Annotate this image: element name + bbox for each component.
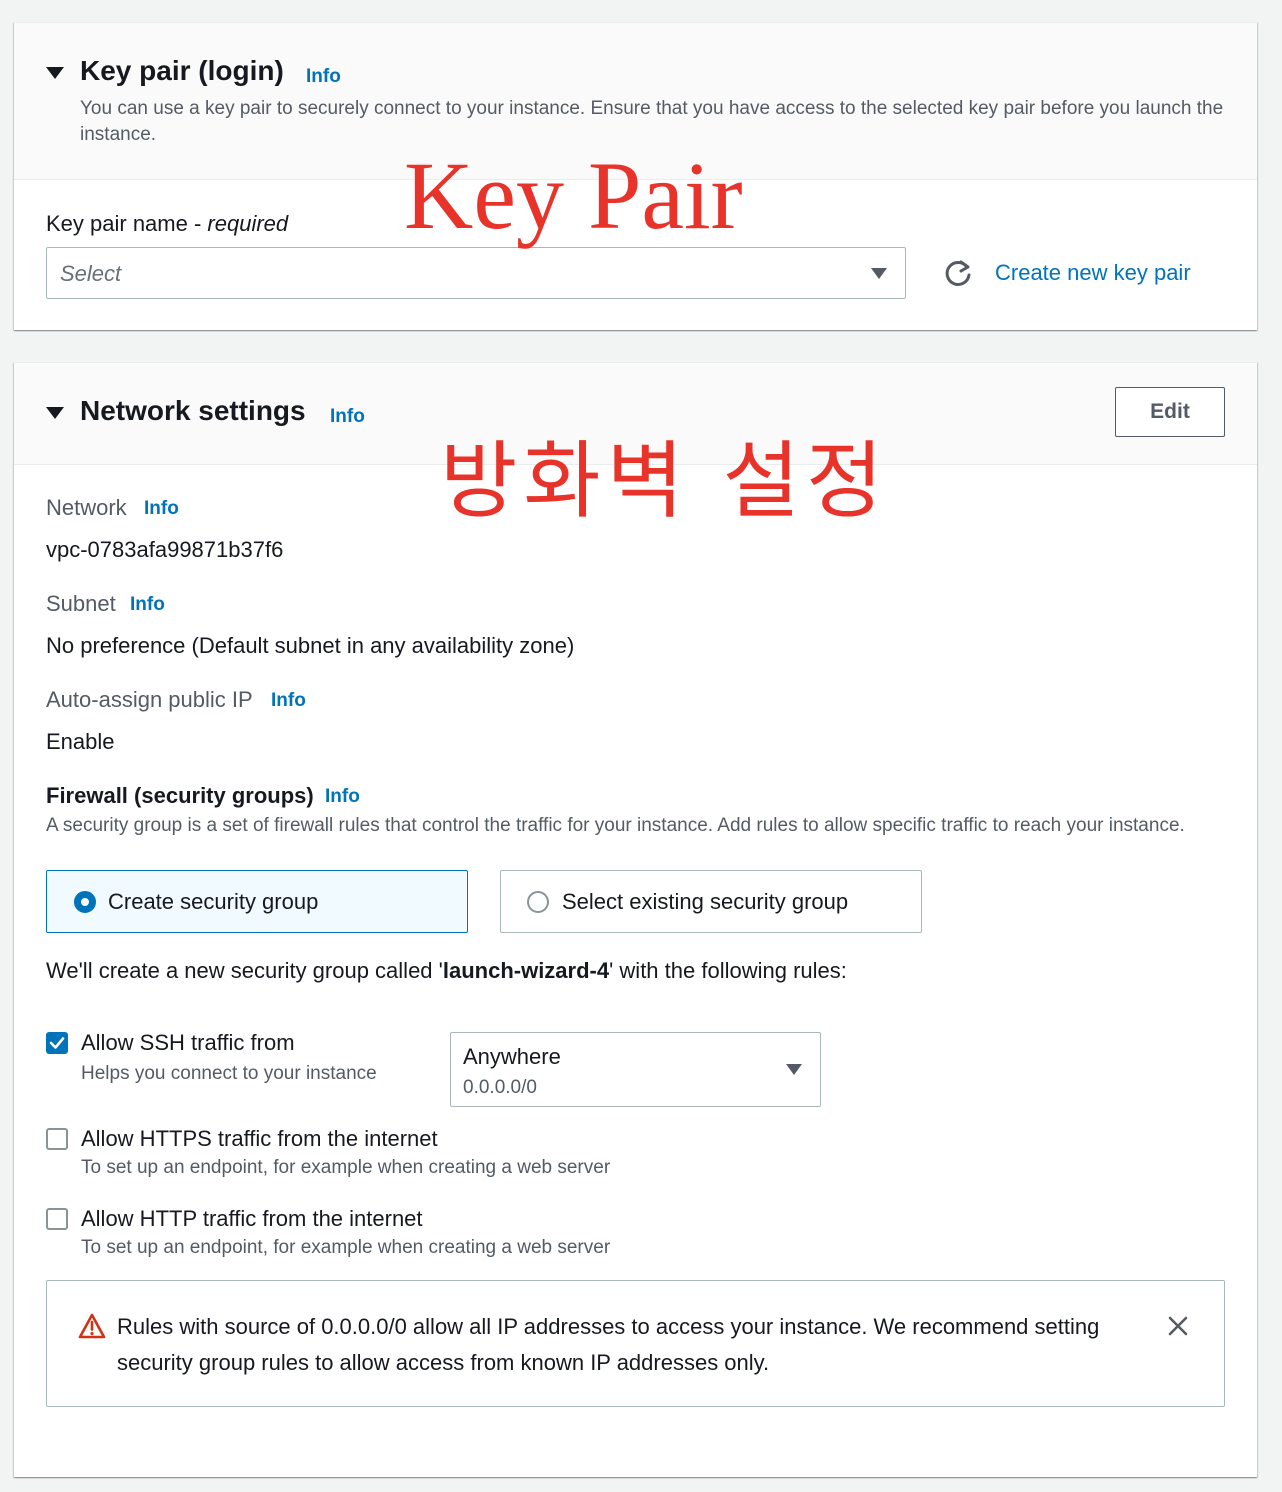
create-security-group-label: Create security group <box>108 889 319 914</box>
new-sg-prefix: We'll create a new security group called… <box>46 958 443 983</box>
public-ip-value: Enable <box>46 729 115 754</box>
key-pair-title: Key pair (login) <box>80 55 284 86</box>
firewall-label: Firewall (security groups) <box>46 783 314 808</box>
subnet-value: No preference (Default subnet in any ava… <box>46 633 575 658</box>
select-existing-security-group-label: Select existing security group <box>562 889 849 914</box>
ssh-source-select[interactable]: Anywhere 0.0.0.0/0 <box>450 1032 821 1107</box>
select-existing-security-group-option[interactable]: Select existing security group <box>500 870 922 933</box>
public-ip-label: Auto-assign public IP <box>46 687 253 712</box>
https-checkbox[interactable] <box>46 1128 68 1150</box>
refresh-icon[interactable] <box>943 258 973 288</box>
create-key-pair-link[interactable]: Create new key pair <box>995 260 1191 286</box>
key-pair-select-placeholder: Select <box>60 261 122 286</box>
https-rule-label: Allow HTTPS traffic from the internet <box>81 1126 438 1151</box>
check-icon <box>49 1037 65 1049</box>
new-sg-name: launch-wizard-4 <box>442 958 610 983</box>
create-security-group-option[interactable]: Create security group <box>46 870 468 933</box>
collapse-caret-icon[interactable] <box>46 407 64 419</box>
key-pair-field-label: Key pair name - required <box>46 211 288 237</box>
firewall-annotation: 방화벽 설정 <box>440 432 890 530</box>
ssh-checkbox[interactable] <box>46 1032 68 1054</box>
collapse-caret-icon[interactable] <box>46 67 64 79</box>
ssh-source-cidr: 0.0.0.0/0 <box>463 1077 537 1098</box>
http-rule-description: To set up an endpoint, for example when … <box>81 1237 611 1258</box>
network-settings-title: Network settings <box>80 395 306 426</box>
key-pair-info-link[interactable]: Info <box>306 66 341 88</box>
key-pair-annotation: Key Pair <box>404 142 743 249</box>
new-sg-suffix: ' with the following rules: <box>609 958 847 983</box>
network-label: Network <box>46 495 127 520</box>
radio-selected[interactable] <box>74 891 96 913</box>
warning-icon <box>78 1313 106 1339</box>
ssh-rule-label: Allow SSH traffic from <box>81 1030 295 1055</box>
required-text: required <box>207 211 289 236</box>
key-pair-select[interactable]: Select <box>46 247 906 299</box>
network-value: vpc-0783afa99871b37f6 <box>46 537 284 562</box>
close-icon[interactable] <box>1167 1315 1189 1337</box>
warning-text-line2: security group rules to allow access fro… <box>117 1350 770 1375</box>
network-info-link[interactable]: Info <box>144 498 179 520</box>
new-security-group-text: We'll create a new security group called… <box>46 958 847 984</box>
public-ip-info-link[interactable]: Info <box>271 690 306 712</box>
firewall-description: A security group is a set of firewall ru… <box>46 815 1185 836</box>
firewall-info-link[interactable]: Info <box>325 786 360 808</box>
chevron-down-icon <box>786 1064 802 1075</box>
network-settings-info-link[interactable]: Info <box>330 406 365 428</box>
ssh-source-label: Anywhere <box>463 1044 561 1069</box>
radio-unselected[interactable] <box>527 891 549 913</box>
warning-text-line1: Rules with source of 0.0.0.0/0 allow all… <box>117 1314 1100 1339</box>
http-checkbox[interactable] <box>46 1208 68 1230</box>
subnet-label: Subnet <box>46 591 116 616</box>
subnet-info-link[interactable]: Info <box>130 594 165 616</box>
chevron-down-icon <box>871 268 887 279</box>
https-rule-description: To set up an endpoint, for example when … <box>81 1157 611 1178</box>
key-pair-field-label-text: Key pair name - <box>46 211 208 236</box>
edit-button[interactable]: Edit <box>1115 387 1225 437</box>
ssh-rule-description: Helps you connect to your instance <box>81 1063 377 1084</box>
open-source-warning-alert: Rules with source of 0.0.0.0/0 allow all… <box>46 1280 1225 1407</box>
http-rule-label: Allow HTTP traffic from the internet <box>81 1206 423 1231</box>
